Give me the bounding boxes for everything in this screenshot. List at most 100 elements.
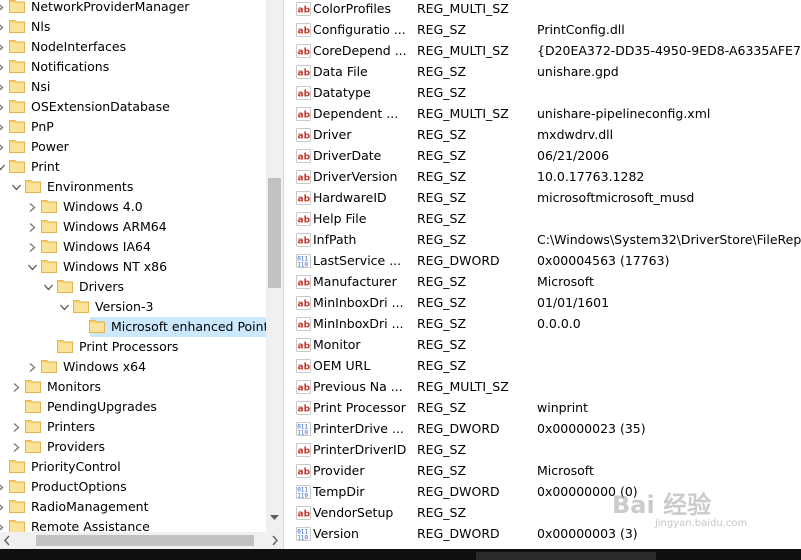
value-row[interactable]: ab OEM URL REG_SZ xyxy=(290,355,801,376)
tree-node[interactable]: Printers xyxy=(0,417,266,437)
expand-chevron-icon[interactable] xyxy=(0,17,6,37)
value-row[interactable]: ab CoreDepend ... REG_MULTI_SZ {D20EA372-DD… xyxy=(290,40,801,61)
expand-chevron-icon[interactable] xyxy=(12,417,22,437)
tree-node[interactable]: Nls xyxy=(0,17,266,37)
folder-icon xyxy=(41,239,57,253)
expand-chevron-icon[interactable] xyxy=(0,77,6,97)
tree-node[interactable]: NetworkProviderManager xyxy=(0,0,266,17)
tree-node[interactable]: Print Processors xyxy=(0,337,266,357)
expand-chevron-icon[interactable] xyxy=(0,497,6,517)
value-row[interactable]: ab Configuratio ... REG_SZ PrintConfig.dll xyxy=(290,19,801,40)
string-icon: ab xyxy=(296,148,311,163)
tree-node[interactable]: Windows NT x86 xyxy=(0,257,266,277)
expand-chevron-icon[interactable] xyxy=(12,437,22,457)
value-row[interactable]: ab InfPath REG_SZ C:\Windows\System32\Drive… xyxy=(290,229,801,250)
value-name: DriverDate xyxy=(313,148,382,163)
tree-node[interactable]: RadioManagement xyxy=(0,497,266,517)
value-data: mxdwdrv.dll xyxy=(537,127,614,142)
expand-chevron-icon[interactable] xyxy=(0,97,6,117)
tree-node-label: OSExtensionDatabase xyxy=(31,99,170,114)
value-row[interactable]: ab Previous Na ... REG_MULTI_SZ xyxy=(290,376,801,397)
value-type: REG_MULTI_SZ xyxy=(417,1,509,16)
tree-node[interactable]: Microsoft enhanced Point and Print compa… xyxy=(89,317,283,337)
tree-vertical-scrollbar[interactable] xyxy=(266,0,283,532)
collapse-chevron-icon[interactable] xyxy=(60,297,70,317)
value-row[interactable]: 011 110 TempDir REG_DWORD 0x00000000 (0) xyxy=(290,481,801,502)
svg-text:ab: ab xyxy=(298,342,311,352)
collapse-chevron-icon[interactable] xyxy=(28,257,38,277)
tree-node[interactable]: Nsi xyxy=(0,77,266,97)
value-row[interactable]: ab Help File REG_SZ xyxy=(290,208,801,229)
tree-node[interactable]: PendingUpgrades xyxy=(0,397,266,417)
value-data: 0x00004563 (17763) xyxy=(537,253,670,268)
value-row[interactable]: 011 110 PrinterDrive ... REG_DWORD 0x0000002… xyxy=(290,418,801,439)
scroll-right-arrow-icon[interactable] xyxy=(272,535,278,546)
value-name: VendorSetup xyxy=(313,505,394,520)
value-row[interactable]: ab Monitor REG_SZ xyxy=(290,334,801,355)
value-data: 0x00000003 (3) xyxy=(537,526,638,541)
expand-chevron-icon[interactable] xyxy=(28,237,38,257)
value-row[interactable]: ab Print Processor REG_SZ winprint xyxy=(290,397,801,418)
value-row[interactable]: ab DriverDate REG_SZ 06/21/2006 xyxy=(290,145,801,166)
expand-chevron-icon[interactable] xyxy=(0,117,6,137)
scroll-down-arrow-icon[interactable] xyxy=(270,515,279,521)
collapse-chevron-icon[interactable] xyxy=(12,177,22,197)
expand-chevron-icon[interactable] xyxy=(0,477,6,497)
value-row[interactable]: ab Dependent ... REG_MULTI_SZ unishare-pipe… xyxy=(290,103,801,124)
expand-chevron-icon[interactable] xyxy=(28,357,38,377)
taskbar-search-box[interactable] xyxy=(476,552,656,560)
tree-hscroll-thumb[interactable] xyxy=(36,535,254,546)
tree-node[interactable]: ProductOptions xyxy=(0,477,266,497)
tree-node[interactable]: Notifications xyxy=(0,57,266,77)
value-row[interactable]: ab Datatype REG_SZ xyxy=(290,82,801,103)
tree-node[interactable]: Version-3 xyxy=(0,297,266,317)
folder-icon xyxy=(9,0,25,13)
tree-node[interactable]: Monitors xyxy=(0,377,266,397)
value-data: 10.0.17763.1282 xyxy=(537,169,645,184)
tree-node[interactable]: Power xyxy=(0,137,266,157)
value-name: Print Processor xyxy=(313,400,406,415)
expand-chevron-icon[interactable] xyxy=(12,377,22,397)
value-row[interactable]: ab PrinterDriverID REG_SZ xyxy=(290,439,801,460)
expand-chevron-icon[interactable] xyxy=(28,197,38,217)
value-row[interactable]: ab Manufacturer REG_SZ Microsoft xyxy=(290,271,801,292)
tree-node[interactable]: Windows ARM64 xyxy=(0,217,266,237)
tree-node-label: Printers xyxy=(47,419,96,434)
value-row[interactable]: ab MinInboxDri ... REG_SZ 01/01/1601 xyxy=(290,292,801,313)
scroll-left-arrow-icon[interactable] xyxy=(4,535,10,546)
value-row[interactable]: ab MinInboxDri ... REG_SZ 0.0.0.0 xyxy=(290,313,801,334)
expand-chevron-icon[interactable] xyxy=(0,137,6,157)
value-row[interactable]: ab Data File REG_SZ unishare.gpd xyxy=(290,61,801,82)
tree-node[interactable]: PriorityControl xyxy=(0,457,266,477)
registry-tree: NetworkProviderManager Nls NodeInterfaces N… xyxy=(0,0,283,560)
value-row[interactable]: ab DriverVersion REG_SZ 10.0.17763.1282 xyxy=(290,166,801,187)
tree-node[interactable]: PnP xyxy=(0,117,266,137)
value-type: REG_DWORD xyxy=(417,526,500,541)
tree-node[interactable]: NodeInterfaces xyxy=(0,37,266,57)
expand-chevron-icon[interactable] xyxy=(0,0,6,17)
tree-node[interactable]: Windows x64 xyxy=(0,357,266,377)
tree-horizontal-scrollbar[interactable] xyxy=(0,532,283,549)
tree-node[interactable]: Drivers xyxy=(0,277,266,297)
expand-chevron-icon[interactable] xyxy=(28,217,38,237)
value-type: REG_SZ xyxy=(417,22,467,37)
expand-chevron-icon[interactable] xyxy=(0,57,6,77)
value-row[interactable]: ab Driver REG_SZ mxdwdrv.dll xyxy=(290,124,801,145)
tree-node[interactable]: Windows IA64 xyxy=(0,237,266,257)
collapse-chevron-icon[interactable] xyxy=(0,157,6,177)
tree-node-label: NodeInterfaces xyxy=(31,39,127,54)
tree-scroll-thumb[interactable] xyxy=(268,178,281,288)
tree-node[interactable]: OSExtensionDatabase xyxy=(0,97,266,117)
collapse-chevron-icon[interactable] xyxy=(44,277,54,297)
value-row[interactable]: ab Provider REG_SZ Microsoft xyxy=(290,460,801,481)
value-row[interactable]: ab HardwareID REG_SZ microsoftmicrosoft_mus… xyxy=(290,187,801,208)
value-name: Driver xyxy=(313,127,352,142)
expand-chevron-icon[interactable] xyxy=(0,37,6,57)
tree-node[interactable]: Environments xyxy=(0,177,266,197)
pane-splitter[interactable] xyxy=(283,0,290,549)
tree-node[interactable]: Print xyxy=(0,157,266,177)
tree-node[interactable]: Providers xyxy=(0,437,266,457)
tree-node[interactable]: Windows 4.0 xyxy=(0,197,266,217)
value-row[interactable]: ab ColorProfiles REG_MULTI_SZ xyxy=(290,0,801,19)
value-row[interactable]: 011 110 LastService ... REG_DWORD 0x00004563… xyxy=(290,250,801,271)
